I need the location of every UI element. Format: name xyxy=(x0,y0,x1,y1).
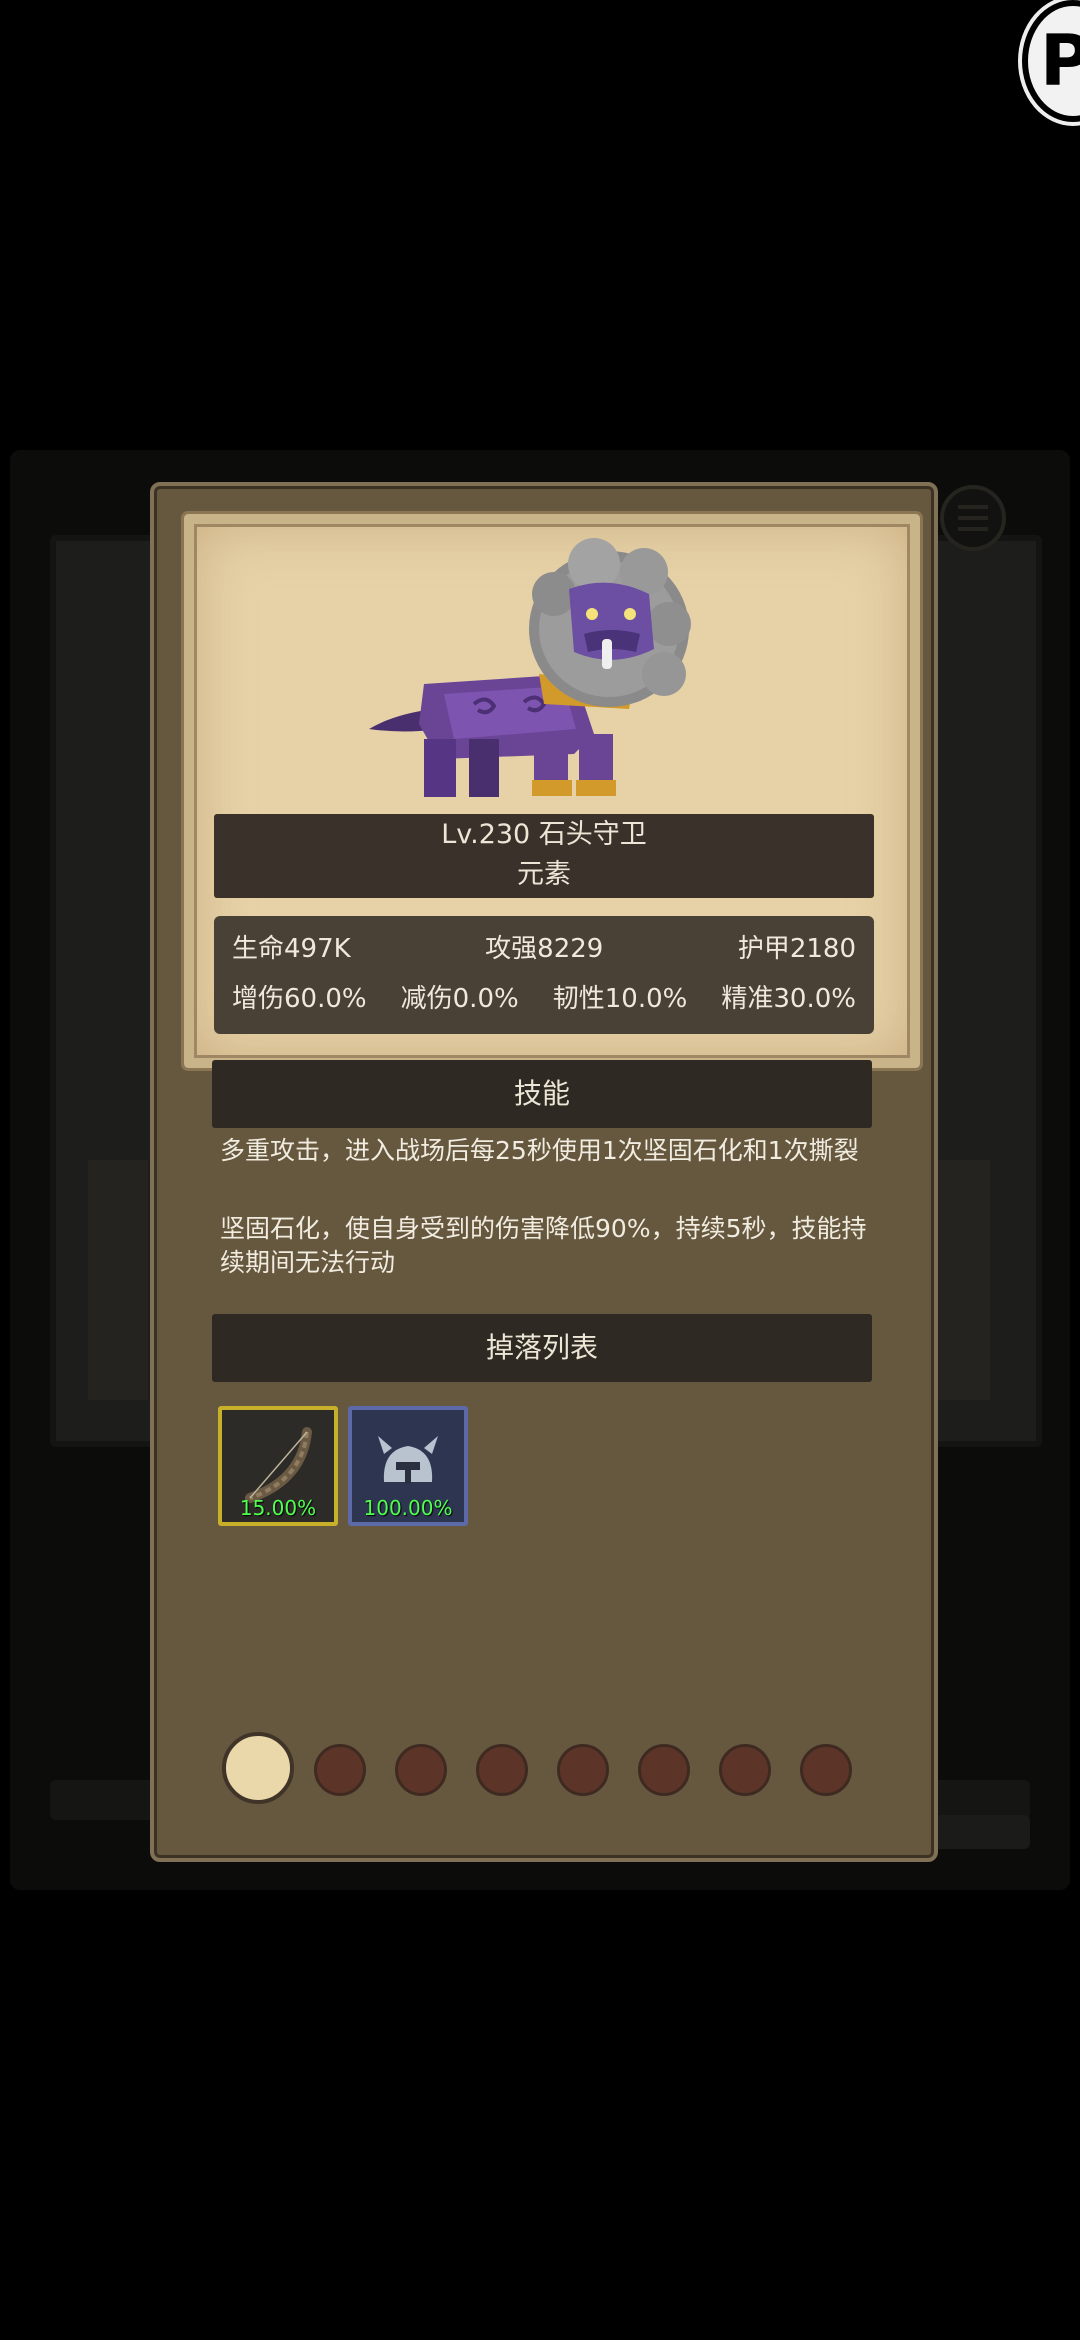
page-dot-active[interactable] xyxy=(222,1732,294,1804)
drop-rate: 15.00% xyxy=(239,1496,317,1520)
monster-name-bar: Lv.230 石头守卫 元素 xyxy=(214,814,874,898)
stat-dmg-increase: 增伤60.0% xyxy=(232,984,367,1014)
page-dot[interactable] xyxy=(476,1744,528,1796)
drop-rate: 100.00% xyxy=(363,1496,453,1520)
background-strip xyxy=(930,1160,990,1400)
monster-level-name: Lv.230 石头守卫 xyxy=(441,819,647,850)
stats-row: 增伤60.0% 减伤0.0% 韧性10.0% 精准30.0% xyxy=(232,978,856,1015)
stat-attack: 攻强8229 xyxy=(485,934,604,964)
stat-dmg-reduction: 减伤0.0% xyxy=(400,984,519,1014)
drop-item-slot[interactable]: 15.00% xyxy=(218,1406,338,1526)
page-dot[interactable] xyxy=(638,1744,690,1796)
page-dot[interactable] xyxy=(800,1744,852,1796)
menu-icon[interactable] xyxy=(940,485,1006,551)
stat-hp: 生命497K xyxy=(232,934,351,964)
skill-description: 坚固石化，使自身受到的伤害降低90%，持续5秒，技能持续期间无法行动 xyxy=(220,1214,867,1277)
monster-portrait-card: Lv.230 石头守卫 元素 生命497K 攻强8229 护甲2180 增伤60… xyxy=(181,511,923,1071)
skills-header: 技能 xyxy=(212,1060,872,1128)
monster-stats-box: 生命497K 攻强8229 护甲2180 增伤60.0% 减伤0.0% 韧性10… xyxy=(214,916,874,1034)
stat-armor: 护甲2180 xyxy=(737,934,856,964)
stone-guardian-icon xyxy=(369,538,691,797)
skill-description: 多重攻击，进入战场后每25秒使用1次坚固石化和1次撕裂 xyxy=(220,1136,859,1165)
app-logo[interactable]: P xyxy=(1022,0,1080,122)
page-indicator xyxy=(222,1732,872,1804)
drops-header: 掉落列表 xyxy=(212,1314,872,1382)
background-strip xyxy=(88,1160,148,1400)
monster-info-modal: Lv.230 石头守卫 元素 生命497K 攻强8229 护甲2180 增伤60… xyxy=(150,482,938,1862)
stat-accuracy: 精准30.0% xyxy=(721,984,856,1014)
page-dot[interactable] xyxy=(719,1744,771,1796)
stats-row: 生命497K 攻强8229 护甲2180 xyxy=(232,928,856,965)
page-dot[interactable] xyxy=(395,1744,447,1796)
page-dot[interactable] xyxy=(557,1744,609,1796)
stat-tenacity: 韧性10.0% xyxy=(552,984,688,1014)
page-dot[interactable] xyxy=(314,1744,366,1796)
monster-type: 元素 xyxy=(517,859,571,890)
drop-item-slot[interactable]: 100.00% xyxy=(348,1406,468,1526)
